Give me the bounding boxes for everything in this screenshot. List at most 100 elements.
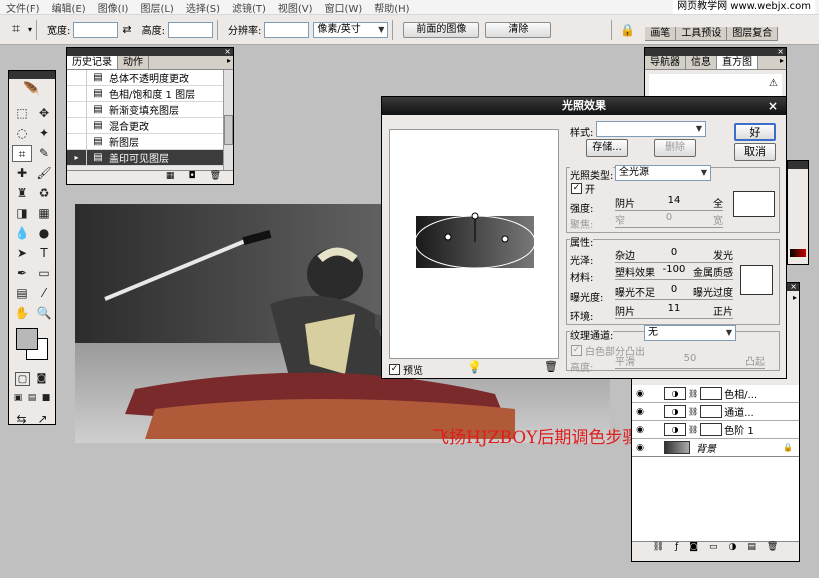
trash-icon[interactable]: 🗑 [544,360,558,373]
blur-tool-icon[interactable]: 💧 [12,225,32,242]
add-mask-icon[interactable]: ◙ [689,542,698,555]
panel-menu-icon[interactable]: ▸ [225,56,233,69]
height-slider[interactable]: 平滑 50 凸起 [615,353,765,369]
layer-mask-thumb[interactable] [700,405,723,418]
magic-wand-tool-icon[interactable]: ✦ [34,125,54,142]
width-input[interactable] [73,21,119,38]
color-panel-title-bar[interactable] [788,161,808,169]
layer-row[interactable]: ◉ ◑ ⛓ 色相/... [632,385,799,403]
crop-tool-icon[interactable]: ⌗ [12,145,32,162]
tab-layer-comps[interactable]: 图层复合 [727,26,779,40]
ok-button[interactable]: 好 [734,123,776,141]
clear-button[interactable]: 清除 [485,21,552,38]
front-image-button[interactable]: 前面的图像 [403,21,480,38]
history-brush-tool-icon[interactable]: ♻ [34,185,54,202]
tool-preset-dropdown-icon[interactable]: ▾ [28,25,32,34]
resolution-unit-select[interactable]: 像素/英寸 ▼ [313,21,389,38]
warning-icon[interactable]: ⚠ [769,78,778,89]
eraser-tool-icon[interactable]: ◨ [12,205,32,222]
new-document-from-state-icon[interactable]: ▦ [166,171,175,184]
close-icon[interactable]: × [777,48,784,56]
standard-screen-mode-icon[interactable]: ▣ [12,390,24,407]
lasso-tool-icon[interactable]: ◌ [12,125,32,142]
layer-mask-thumb[interactable] [700,387,723,400]
layer-row-background[interactable]: ◉ 背景 🔒 [632,439,799,457]
brush-tool-icon[interactable]: 🖌 [34,165,54,182]
tab-histogram[interactable]: 直方图 [717,56,758,69]
light-bulb-icon[interactable]: 💡 [467,360,482,374]
menu-file[interactable]: 文件(F) [0,0,46,15]
new-adjustment-layer-icon[interactable]: ◑ [729,542,737,555]
ambience-color-swatch[interactable] [740,265,773,295]
menu-layer[interactable]: 图层(L) [134,0,179,15]
list-item[interactable]: ▤ 新渐变填充图层 [67,101,223,118]
menu-filter[interactable]: 滤镜(T) [226,0,272,15]
tab-actions[interactable]: 动作 [118,56,149,69]
eye-icon[interactable]: ◉ [632,425,648,435]
store-button[interactable]: 存储... [586,139,628,157]
full-screen-menu-mode-icon[interactable]: ▤ [26,390,38,407]
hand-tool-icon[interactable]: ✋ [12,305,32,322]
ambience-slider[interactable]: 阴片 11 正片 [615,303,733,319]
height-input[interactable] [167,21,213,38]
tools-title-bar[interactable] [9,71,55,79]
pen-tool-icon[interactable]: ✒ [12,265,32,282]
type-tool-icon[interactable]: T [34,245,54,262]
shape-tool-icon[interactable]: ▭ [34,265,54,282]
menu-help[interactable]: 帮助(H) [368,0,415,15]
tab-brushes[interactable]: 画笔 [645,26,677,40]
texture-channel-select[interactable]: 无 ▼ [644,325,736,341]
menu-edit[interactable]: 编辑(E) [46,0,92,15]
navigator-title-bar[interactable]: × [645,48,786,56]
healing-brush-tool-icon[interactable]: ✚ [12,165,32,182]
edit-in-imageready-icon[interactable]: ↗ [33,411,52,428]
tab-history[interactable]: 历史记录 [67,56,118,69]
feather-logo-icon[interactable]: 🪶 [9,79,55,101]
white-high-checkbox[interactable]: ✓ [571,345,582,356]
panel-menu-icon[interactable]: ▸ [793,293,797,302]
tab-tool-presets[interactable]: 工具预设 [676,26,728,40]
marquee-tool-icon[interactable]: ⬚ [12,105,32,122]
eye-icon[interactable]: ◉ [632,443,648,453]
quick-mask-mode-icon[interactable]: ◙ [34,372,49,386]
slice-tool-icon[interactable]: ✎ [34,145,54,162]
dialog-title-bar[interactable]: 光照效果 × [382,97,786,115]
link-layers-icon[interactable]: ⛓ [653,542,664,555]
notes-tool-icon[interactable]: ▤ [12,285,32,302]
eye-icon[interactable]: ◉ [632,389,648,399]
move-tool-icon[interactable]: ✥ [34,105,54,122]
clone-stamp-tool-icon[interactable]: ♜ [12,185,32,202]
preview-checkbox[interactable]: ✓ [389,364,400,375]
foreground-color-swatch[interactable] [16,328,38,350]
dodge-tool-icon[interactable]: ● [34,225,54,242]
menu-image[interactable]: 图像(I) [92,0,135,15]
swap-icon[interactable]: ⇄ [122,23,131,36]
light-on-checkbox[interactable]: ✓ [571,183,582,194]
tab-info[interactable]: 信息 [686,56,717,69]
list-item[interactable]: ▤ 混合更改 [67,117,223,134]
color-ramp[interactable] [790,249,806,257]
layer-mask-thumb[interactable] [700,423,723,436]
cancel-button[interactable]: 取消 [734,143,776,161]
lock-icon[interactable]: 🔒 [620,23,635,37]
zoom-tool-icon[interactable]: 🔍 [34,305,54,322]
list-item[interactable]: ▤ 总体不透明度更改 [67,70,223,86]
light-type-select[interactable]: 全光源 ▼ [615,165,711,181]
menu-window[interactable]: 窗口(W) [319,0,369,15]
list-item-selected[interactable]: ▸ ▤ 盖印可见图层 [67,149,223,166]
tab-navigator[interactable]: 导航器 [645,56,686,69]
close-icon[interactable]: × [224,48,231,56]
gloss-slider[interactable]: 杂边 0 发光 [615,247,733,263]
trash-icon[interactable]: 🗑 [210,171,221,184]
menu-select[interactable]: 选择(S) [180,0,226,15]
light-color-swatch[interactable] [733,191,775,217]
new-group-icon[interactable]: ▭ [709,542,718,555]
list-item[interactable]: ▤ 色相/饱和度 1 图层 [67,85,223,102]
trash-icon[interactable]: 🗑 [767,542,778,555]
close-icon[interactable]: × [768,97,778,115]
eyedropper-tool-icon[interactable]: ⁄ [34,285,54,302]
exposure-slider[interactable]: 曝光不足 0 曝光过度 [615,284,733,300]
jump-to-imageready-icon[interactable]: ⇆ [12,411,31,428]
standard-mode-icon[interactable]: ▢ [15,372,31,386]
new-snapshot-icon[interactable]: ◘ [188,171,195,184]
